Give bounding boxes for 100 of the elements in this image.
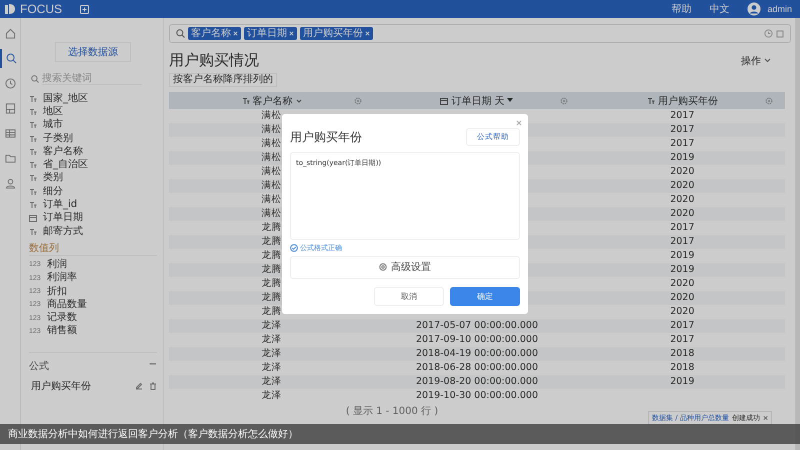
column-header[interactable]: 客户名称 bbox=[169, 92, 374, 109]
table-cell: 满松 bbox=[262, 138, 282, 150]
field-item[interactable]: 销售额 bbox=[47, 325, 77, 338]
settings-icon[interactable] bbox=[764, 96, 773, 104]
search-chip[interactable]: 用户购买年份 bbox=[300, 27, 373, 40]
table-cell: 满松 bbox=[262, 180, 282, 192]
field-item[interactable]: 订单日期 bbox=[43, 212, 83, 224]
search-chip[interactable]: 订单日期 bbox=[244, 27, 297, 40]
field-item[interactable]: 商品数量 bbox=[47, 298, 87, 311]
table-cell: 满松 bbox=[262, 194, 282, 206]
top-link[interactable]: 帮助 bbox=[671, 2, 692, 16]
field-item[interactable]: 折扣 bbox=[47, 286, 67, 298]
confirm-button[interactable]: 确定 bbox=[450, 287, 520, 306]
search-icon bbox=[6, 53, 16, 64]
column-title: 用户购买年份 bbox=[658, 94, 718, 108]
text-field-icon bbox=[29, 228, 37, 236]
field-item[interactable]: 订单_id bbox=[43, 199, 78, 212]
formula-item[interactable]: 用户购买年份 bbox=[31, 379, 129, 394]
table-cell: 2019-10-30 00:00:00.000 bbox=[416, 390, 538, 402]
table-cell: 2019-08-20 00:00:00.000 bbox=[416, 376, 538, 388]
text-field-icon bbox=[29, 174, 37, 182]
close-icon[interactable] bbox=[516, 120, 522, 126]
table-cell: 满松 bbox=[262, 166, 282, 178]
field-item[interactable]: 省_自治区 bbox=[43, 159, 88, 172]
sort-tag: 按客户名称降序排列的 bbox=[169, 73, 277, 87]
column-header[interactable]: 用户购买年份 bbox=[580, 92, 785, 109]
table-cell: 2017 bbox=[670, 124, 694, 136]
edit-icon[interactable] bbox=[135, 382, 143, 390]
table-icon bbox=[4, 128, 16, 139]
table-cell: 满松 bbox=[262, 124, 282, 136]
search-icon bbox=[31, 75, 39, 83]
text-field-icon bbox=[29, 108, 37, 116]
table-cell: 满松 bbox=[262, 152, 282, 164]
table-cell: 龙泽 bbox=[262, 334, 282, 346]
field-item[interactable]: 记录数 bbox=[47, 312, 77, 324]
table-cell: 2020 bbox=[670, 306, 694, 318]
text-field-icon bbox=[29, 148, 37, 156]
table-cell: 2020 bbox=[670, 194, 694, 206]
table-cell: 2020 bbox=[670, 278, 694, 290]
settings-icon[interactable] bbox=[354, 96, 362, 104]
section-title: 公式 bbox=[29, 360, 49, 374]
advanced-settings-button[interactable]: 高级设置 bbox=[290, 256, 520, 279]
table-cell: 满松 bbox=[262, 208, 282, 220]
actions-dropdown[interactable]: 操作 bbox=[741, 54, 771, 68]
field-item[interactable]: 子类别 bbox=[43, 132, 73, 145]
search-bar[interactable]: 客户名称 订单日期 用户购买年份 bbox=[169, 24, 791, 43]
table-cell: 龙腾 bbox=[262, 306, 282, 318]
select-source-button[interactable]: 选择数据源 bbox=[55, 42, 131, 62]
text-field-icon bbox=[29, 134, 37, 143]
column-header[interactable]: 订单日期 天 bbox=[374, 92, 580, 109]
dropdown-icon[interactable] bbox=[507, 98, 514, 103]
table-cell: 龙泽 bbox=[262, 348, 282, 360]
cancel-button[interactable]: 取消 bbox=[374, 287, 444, 306]
field-item[interactable]: 细分 bbox=[43, 186, 63, 198]
caption-text: 商业数据分析中如何进行返回客户分析（客户数据分析怎么做好） bbox=[8, 428, 298, 441]
delete-icon[interactable] bbox=[149, 382, 157, 390]
field-item[interactable]: 邮寄方式 bbox=[43, 226, 83, 238]
dialog-title: 用户购买年份 bbox=[290, 128, 362, 146]
field-item[interactable]: 利润 bbox=[47, 258, 67, 271]
table-cell: 龙泽 bbox=[262, 390, 282, 402]
granularity-label[interactable]: 天 bbox=[494, 94, 504, 108]
clock-icon[interactable] bbox=[764, 29, 773, 38]
table-cell: 2018 bbox=[670, 348, 694, 360]
text-field-icon bbox=[29, 201, 37, 210]
field-item[interactable]: 城市 bbox=[43, 119, 63, 132]
close-icon[interactable] bbox=[762, 415, 768, 421]
field-item[interactable]: 客户名称 bbox=[43, 146, 83, 158]
field-item[interactable]: 地区 bbox=[43, 106, 63, 118]
table-cell: 龙腾 bbox=[262, 250, 282, 262]
field-item[interactable]: 国家_地区 bbox=[43, 92, 88, 105]
text-field-icon bbox=[29, 94, 37, 103]
table-cell: 龙腾 bbox=[262, 222, 282, 234]
settings-icon[interactable] bbox=[560, 96, 568, 104]
search-chip[interactable]: 客户名称 bbox=[188, 27, 241, 40]
collapse-toggle[interactable]: − bbox=[148, 359, 157, 374]
table-cell: 2017 bbox=[670, 236, 694, 248]
user-icon bbox=[4, 178, 16, 189]
caret-icon bbox=[764, 58, 771, 63]
table-cell: 龙泽 bbox=[262, 362, 282, 374]
user-name[interactable]: admin bbox=[767, 4, 792, 14]
table-cell: 2020 bbox=[670, 208, 694, 220]
top-link[interactable]: 中文 bbox=[709, 2, 730, 16]
sort-icon[interactable] bbox=[296, 98, 302, 102]
field-item[interactable]: 类别 bbox=[43, 172, 63, 184]
field-item[interactable]: 利润率 bbox=[47, 272, 77, 284]
table-cell: 龙泽 bbox=[262, 320, 282, 332]
calendar-icon bbox=[440, 96, 448, 104]
table-cell: 2017-05-07 00:00:00.000 bbox=[416, 320, 538, 332]
table-cell: 2019 bbox=[670, 376, 694, 388]
table-cell: 2017 bbox=[670, 110, 694, 122]
logo-icon bbox=[4, 3, 16, 15]
table-cell: 2018-06-28 00:00:00.000 bbox=[416, 362, 538, 374]
table-cell: 龙腾 bbox=[262, 278, 282, 290]
table-cell: 龙泽 bbox=[262, 376, 282, 388]
page-title: 用户购买情况 bbox=[169, 51, 259, 70]
add-tab-icon[interactable] bbox=[80, 4, 89, 14]
avatar-icon[interactable] bbox=[747, 2, 762, 16]
text-field-icon bbox=[29, 121, 37, 130]
home-icon bbox=[4, 28, 16, 39]
expand-icon[interactable] bbox=[776, 30, 784, 38]
